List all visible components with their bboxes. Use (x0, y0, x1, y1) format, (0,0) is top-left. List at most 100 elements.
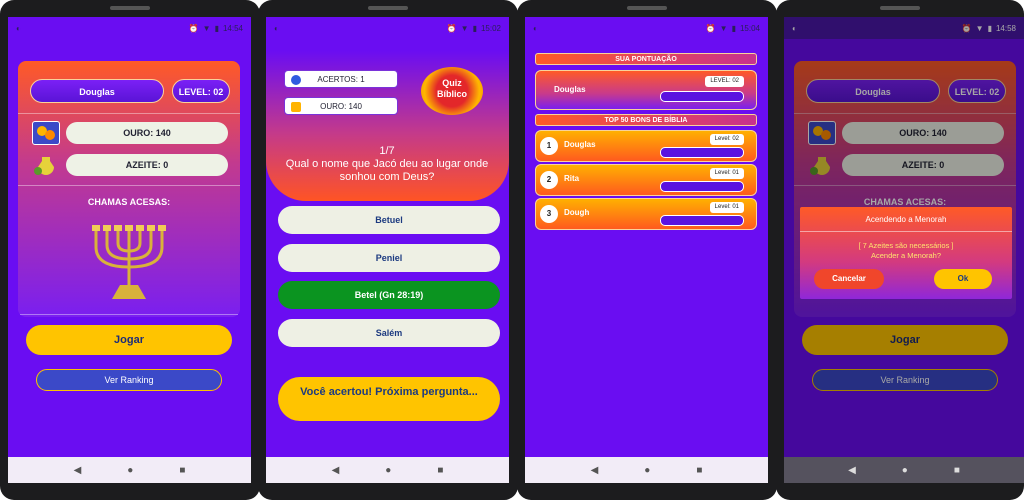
back-icon[interactable]: ◀ (848, 465, 856, 476)
rank-progress-bar (660, 215, 744, 226)
rank-name: Rita (564, 174, 580, 183)
answer-option-4[interactable]: Salém (278, 319, 500, 347)
gold-coins-icon (291, 102, 301, 112)
screen-home: ◐ ⏰ ▼ ▮ 14:54 Douglas LEVEL: 02 OURO: 14… (8, 17, 251, 483)
gold-coins-icon (32, 121, 60, 145)
dialog-message: [ 7 Azeites são necessários ] Acender a … (800, 241, 1012, 261)
app-notification-icon: ◐ (533, 23, 538, 33)
status-icons: ⏰ ▼ ▮ 15:02 (447, 24, 501, 33)
status-bar: ◐ ⏰ ▼ ▮ 14:54 (8, 17, 251, 39)
my-level: LEVEL: 02 (705, 76, 744, 87)
top-ranking-title: TOP 50 BONS DE BÍBLIA (535, 114, 757, 126)
my-score-card: Douglas LEVEL: 02 (535, 70, 757, 110)
phone-speaker (368, 6, 408, 10)
gold-amount: OURO: 140 (66, 122, 228, 144)
recents-icon[interactable]: ■ (179, 465, 185, 476)
answer-option-1[interactable]: Betuel (278, 206, 500, 234)
back-icon[interactable]: ◀ (591, 465, 599, 476)
hits-counter: ACERTOS: 1 (284, 70, 398, 88)
status-time: 14:54 (222, 23, 243, 33)
phone-home-dialog: ◐ ⏰ ▼ ▮ 14:58 Douglas LEVEL: 02 OURO: 14… (776, 0, 1024, 500)
light-menorah-dialog: Acendendo a Menorah [ 7 Azeites são nece… (800, 207, 1012, 299)
dialog-title: Acendendo a Menorah (865, 215, 947, 224)
question-text: Qual o nome que Jacó deu ao lugar onde s… (285, 158, 489, 183)
screen-ranking: ◐ ⏰ ▼ ▮ 15:04 SUA PONTUAÇÃO Douglas LEVE… (525, 17, 768, 483)
rank-position: 1 (540, 137, 558, 155)
answer-option-2[interactable]: Peniel (278, 244, 500, 272)
oil-amount: AZEITE: 0 (66, 154, 228, 176)
divider (18, 113, 240, 114)
home-icon[interactable]: ● (127, 465, 133, 476)
phone-speaker (110, 6, 150, 10)
home-icon[interactable]: ● (902, 465, 908, 476)
question-progress: 1/7 (379, 145, 395, 157)
user-name: Douglas (30, 79, 164, 103)
gold-text: OURO: 140 (320, 102, 362, 111)
profile-card: Douglas LEVEL: 02 OURO: 140 AZEITE: 0 CH… (18, 61, 240, 317)
screen-home-dialog: ◐ ⏰ ▼ ▮ 14:58 Douglas LEVEL: 02 OURO: 14… (784, 17, 1024, 483)
answer-option-correct[interactable]: Betel (Gn 28:19) (278, 281, 500, 309)
home-icon[interactable]: ● (385, 465, 391, 476)
back-icon[interactable]: ◀ (74, 465, 82, 476)
alarm-icon: ⏰ (705, 23, 716, 33)
back-icon[interactable]: ◀ (332, 465, 340, 476)
status-bar: ◐ ⏰ ▼ ▮ 15:02 (266, 17, 509, 39)
flames-label: CHAMAS ACESAS: (87, 197, 171, 207)
battery-icon: ▮ (214, 23, 219, 33)
rank-name: Dough (564, 208, 590, 217)
ranking-row[interactable]: 3 Dough Level: 01 (535, 198, 757, 230)
status-time: 15:04 (739, 23, 760, 33)
gold-counter: OURO: 140 (284, 97, 398, 115)
android-nav-bar: ◀ ● ■ (8, 457, 251, 483)
ranking-button[interactable]: Ver Ranking (36, 369, 222, 391)
divider (20, 314, 238, 315)
rank-level: Level: 01 (709, 168, 744, 179)
home-icon[interactable]: ● (644, 465, 650, 476)
divider (18, 185, 240, 186)
rank-progress-bar (660, 147, 744, 158)
my-progress-bar (660, 91, 744, 102)
screen-quiz: ◐ ⏰ ▼ ▮ 15:02 ACERTOS: 1 OURO: 140 Quiz (266, 17, 509, 483)
dialog-requirement-text: [ 7 Azeites são necessários ] (858, 241, 954, 250)
phone-quiz: ◐ ⏰ ▼ ▮ 15:02 ACERTOS: 1 OURO: 140 Quiz (258, 0, 518, 500)
phone-ranking: ◐ ⏰ ▼ ▮ 15:04 SUA PONTUAÇÃO Douglas LEVE… (517, 0, 777, 500)
status-bar: ◐ ⏰ ▼ ▮ 15:04 (525, 17, 768, 39)
dialog-question-text: Acender a Menorah? (870, 251, 942, 260)
next-question-button[interactable]: Você acertou! Próxima pergunta... (278, 377, 500, 421)
cancel-button[interactable]: Cancelar (814, 269, 884, 289)
quiz-biblico-logo: Quiz Bíblico (421, 67, 483, 115)
app-notification-icon: ◐ (16, 23, 21, 33)
ok-button[interactable]: Ok (934, 269, 992, 289)
user-level: LEVEL: 02 (172, 79, 230, 103)
status-time: 15:02 (480, 23, 501, 33)
app-notification-icon: ◐ (274, 23, 279, 33)
wifi-icon: ▼ (719, 23, 728, 33)
phone-speaker (627, 6, 667, 10)
recents-icon[interactable]: ■ (954, 465, 960, 476)
rank-level: Level: 02 (709, 134, 744, 145)
hits-text: ACERTOS: 1 (317, 75, 365, 84)
battery-icon: ▮ (472, 23, 477, 33)
rank-name: Douglas (564, 140, 596, 149)
question-block: 1/7 Qual o nome que Jacó deu ao lugar on… (276, 145, 498, 184)
target-icon (291, 75, 301, 85)
battery-icon: ▮ (731, 23, 736, 33)
recents-icon[interactable]: ■ (437, 465, 443, 476)
android-nav-bar: ◀ ● ■ (266, 457, 509, 483)
android-nav-bar: ◀ ● ■ (784, 457, 1024, 483)
screenshot-collage: ◐ ⏰ ▼ ▮ 14:54 Douglas LEVEL: 02 OURO: 14… (0, 0, 1024, 500)
dialog-divider (800, 231, 1012, 232)
alarm-icon: ⏰ (188, 23, 199, 33)
rank-position: 3 (540, 205, 558, 223)
recents-icon[interactable]: ■ (696, 465, 702, 476)
rank-position: 2 (540, 171, 558, 189)
your-score-title: SUA PONTUAÇÃO (535, 53, 757, 65)
logo-text-line2: Bíblico (436, 89, 467, 99)
ranking-row[interactable]: 1 Douglas Level: 02 (535, 130, 757, 162)
status-icons: ⏰ ▼ ▮ 14:54 (189, 24, 243, 33)
status-icons: ⏰ ▼ ▮ 15:04 (706, 24, 760, 33)
ranking-row[interactable]: 2 Rita Level: 01 (535, 164, 757, 196)
menorah-icon (82, 219, 176, 305)
play-button[interactable]: Jogar (26, 325, 232, 355)
phone-speaker (880, 6, 920, 10)
